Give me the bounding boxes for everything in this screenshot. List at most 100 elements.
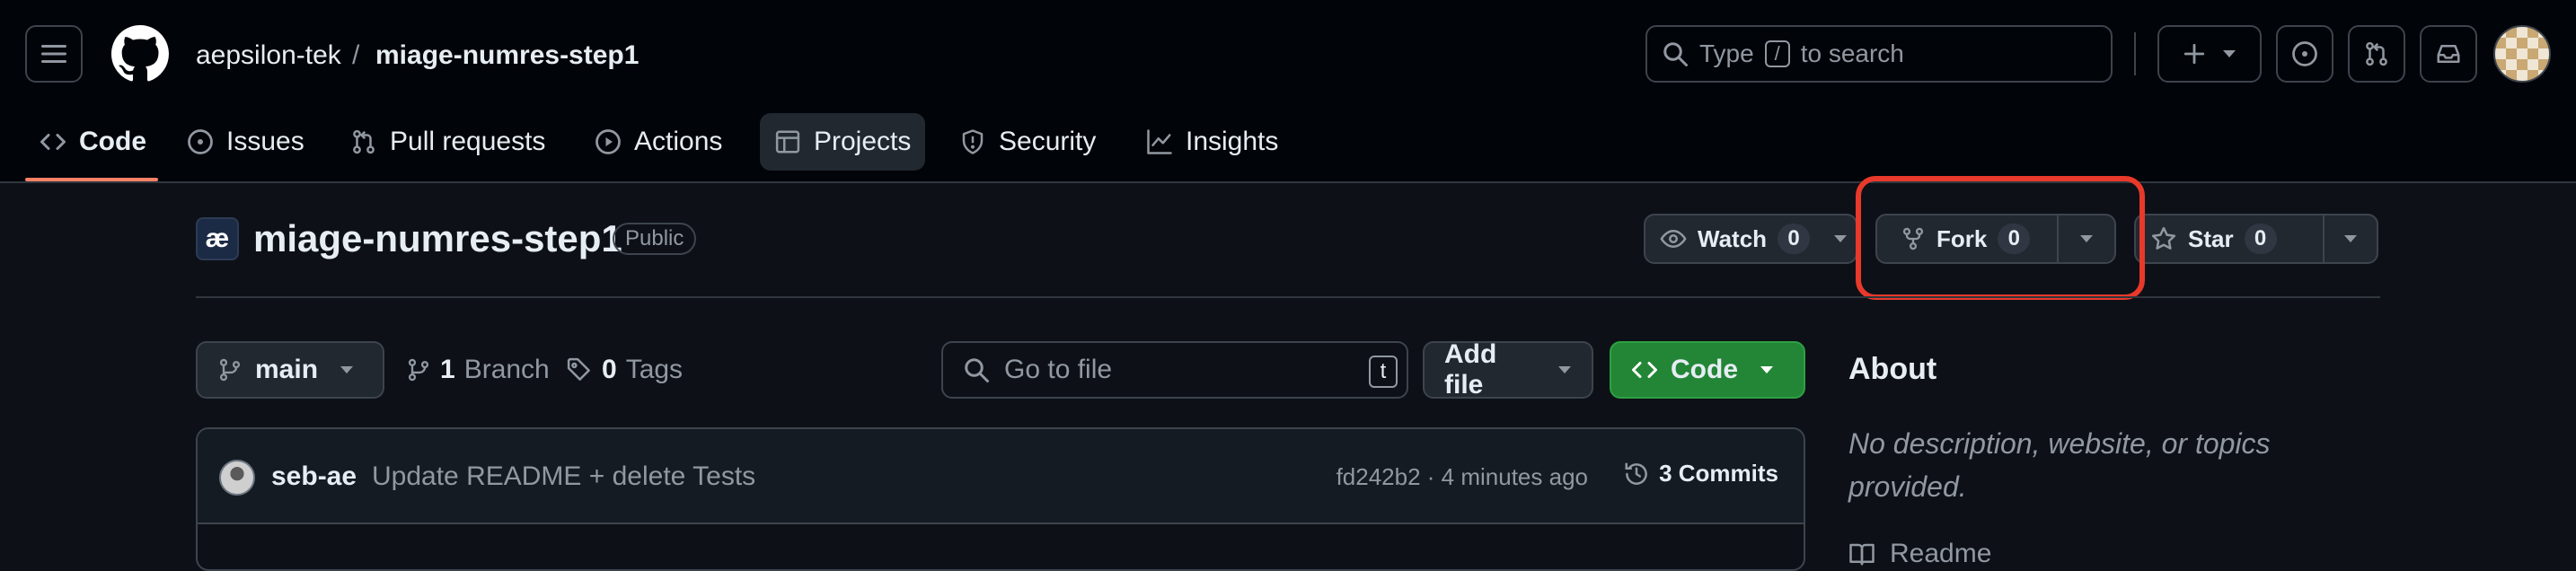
triangle-down-icon [340, 365, 354, 374]
play-icon [595, 128, 622, 155]
selected-tab-underline [25, 178, 158, 181]
star-count: 0 [2244, 224, 2277, 254]
go-to-file-placeholder: Go to file [1004, 355, 1113, 384]
code-icon [40, 128, 66, 155]
issue-opened-icon [187, 128, 214, 155]
tab-label: Security [999, 127, 1097, 156]
fork-highlight-annotation [1856, 176, 2145, 300]
shield-icon [959, 128, 986, 155]
eye-icon [1660, 225, 1687, 252]
watch-button[interactable]: Watch 0 [1645, 215, 1824, 262]
history-icon [1623, 461, 1650, 488]
latest-commit-bar: seb-ae Update README + delete Tests fd24… [198, 429, 1804, 524]
branch-count: 1 [440, 355, 455, 384]
triangle-down-icon [1833, 234, 1848, 243]
commits-count-label: 3 Commits [1659, 460, 1778, 487]
search-input[interactable]: Type / to search [1645, 25, 2113, 83]
git-branch-icon [217, 356, 243, 383]
tab-pull-requests[interactable]: Pull requests [336, 113, 560, 171]
repo-title[interactable]: miage-numres-step1 [253, 215, 622, 262]
star-button[interactable]: Star 0 [2136, 215, 2323, 262]
tab-label: Actions [634, 127, 723, 156]
search-icon [963, 356, 990, 383]
issues-shortcut-button[interactable] [2276, 25, 2333, 83]
star-dropdown[interactable] [2322, 215, 2377, 262]
triangle-down-icon [2343, 234, 2358, 243]
avatar[interactable] [219, 460, 255, 496]
add-file-label: Add file [1444, 339, 1497, 400]
tab-label: Insights [1186, 127, 1279, 156]
graph-icon [1146, 128, 1173, 155]
star-icon [2150, 225, 2177, 252]
commit-meta[interactable]: fd242b2 · 4 minutes ago [1337, 463, 1588, 491]
table-icon [774, 128, 801, 155]
triangle-down-icon [1760, 365, 1774, 374]
search-placeholder-after: to search [1800, 40, 1904, 67]
about-description: No description, website, or topics provi… [1848, 427, 2271, 503]
tab-label: Code [79, 127, 146, 156]
hamburger-icon [41, 43, 66, 65]
branch-count-label: Branch [463, 355, 550, 384]
book-icon [1848, 540, 1875, 567]
tab-actions[interactable]: Actions [580, 113, 737, 171]
user-avatar[interactable] [2493, 25, 2551, 83]
add-file-button[interactable]: Add file [1423, 339, 1593, 400]
tab-label: Projects [814, 127, 912, 156]
tag-count: 0 [602, 355, 617, 384]
star-button-group: Star 0 [2134, 214, 2378, 264]
tab-insights[interactable]: Insights [1132, 113, 1292, 171]
repo-owner-avatar[interactable]: æ [196, 217, 239, 260]
pull-requests-shortcut-button[interactable] [2348, 25, 2405, 83]
breadcrumb-owner[interactable]: aepsilon-tek [196, 38, 341, 74]
branch-name: main [255, 355, 319, 384]
search-placeholder-before: Type [1699, 40, 1754, 67]
tab-issues[interactable]: Issues [172, 113, 319, 171]
search-icon [1662, 40, 1689, 67]
git-pull-request-icon [350, 128, 377, 155]
file-browser: seb-ae Update README + delete Tests fd24… [196, 427, 1805, 571]
watch-button-group: Watch 0 [1644, 214, 1857, 264]
menu-button[interactable] [25, 25, 83, 83]
tab-label: Issues [226, 127, 304, 156]
branches-link[interactable]: 1 Branch [406, 348, 550, 391]
tab-security[interactable]: Security [945, 113, 1110, 171]
watch-dropdown[interactable] [1824, 234, 1856, 243]
commit-author[interactable]: seb-ae [271, 461, 357, 492]
github-logo-icon[interactable] [111, 25, 169, 83]
commit-message[interactable]: Update README + delete Tests [372, 461, 755, 492]
title-divider [196, 296, 2380, 298]
watch-count: 0 [1778, 224, 1811, 254]
tab-code[interactable]: Code [25, 113, 161, 171]
watch-label: Watch [1698, 224, 1768, 252]
issue-opened-icon [2291, 40, 2318, 67]
code-button[interactable]: Code [1610, 341, 1805, 399]
inbox-button[interactable] [2420, 25, 2477, 83]
search-shortcut-key: / [1764, 40, 1790, 67]
plus-icon [2183, 42, 2206, 66]
go-to-file-shortcut-key: t [1369, 356, 1398, 388]
breadcrumb-repo[interactable]: miage-numres-step1 [375, 38, 639, 74]
git-branch-icon [406, 356, 431, 383]
visibility-badge: Public [613, 223, 697, 255]
breadcrumb-separator: / [352, 40, 360, 70]
tag-icon [566, 356, 593, 383]
git-pull-request-icon [2363, 40, 2390, 67]
inbox-icon [2435, 40, 2462, 67]
triangle-down-icon [2222, 49, 2236, 58]
triangle-down-icon [1557, 365, 1572, 374]
readme-link[interactable]: Readme [1848, 539, 1991, 569]
tag-count-label: Tags [625, 355, 684, 384]
go-to-file-input[interactable]: Go to file t [941, 341, 1408, 399]
branch-selector-button[interactable]: main [196, 341, 384, 399]
commits-history-link[interactable]: 3 Commits [1623, 460, 1778, 488]
code-button-label: Code [1671, 355, 1738, 384]
code-icon [1631, 356, 1658, 383]
create-new-button[interactable] [2157, 25, 2262, 83]
star-label: Star [2188, 224, 2234, 252]
tags-link[interactable]: 0 Tags [566, 348, 683, 391]
readme-label: Readme [1890, 539, 1992, 568]
about-heading: About [1848, 352, 1937, 386]
tab-projects[interactable]: Projects [760, 113, 926, 171]
header-divider [2134, 32, 2136, 75]
tab-label: Pull requests [390, 127, 546, 156]
